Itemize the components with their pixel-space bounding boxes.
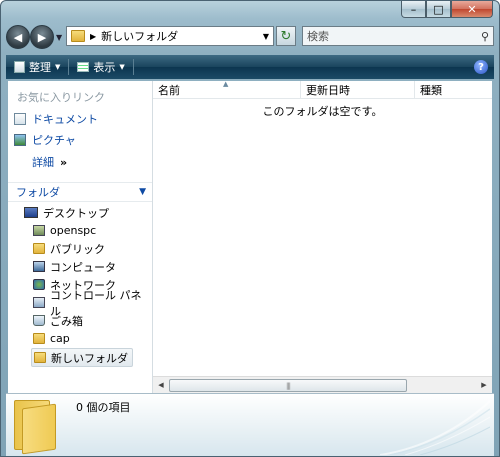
help-icon: ? [478, 61, 484, 73]
minimize-button[interactable]: – [401, 1, 426, 18]
address-dropdown-icon[interactable]: ▼ [263, 32, 269, 41]
file-list-pane: 名前 ▲ 更新日時 種類 このフォルダは空です。 ◀ ||| ▶ [153, 80, 492, 393]
chevron-down-icon: ▼ [119, 63, 125, 71]
favorite-link-documents[interactable]: ドキュメント [14, 111, 98, 127]
tree-item-label: cap [50, 332, 70, 345]
command-bar: 整理 ▼ 表示 ▼ ? [6, 55, 494, 79]
breadcrumb-separator-icon[interactable]: ▶ [90, 32, 96, 41]
maximize-button[interactable]: □ [426, 1, 451, 18]
tree-item-recycle-bin[interactable]: ごみ箱 [33, 312, 83, 329]
folders-header-label: フォルダ [16, 186, 60, 199]
folder-icon [33, 243, 45, 254]
explorer-window: – □ ✕ ◀ ▶ ▼ ▶ 新しいフォルダ ▼ ↻ 検索 ⚲ 整理 ▼ 表示 ▼… [0, 0, 500, 457]
tree-item-label: パブリック [50, 242, 105, 256]
tree-item-label: デスクトップ [43, 206, 109, 220]
details-pane: 0 個の項目 [6, 393, 494, 456]
help-button[interactable]: ? [474, 60, 488, 74]
sort-ascending-icon: ▲ [223, 80, 229, 88]
folder-icon [34, 352, 46, 363]
documents-icon [14, 113, 26, 125]
views-label: 表示 [93, 61, 116, 74]
more-links-label: 詳細 [32, 156, 54, 169]
forward-button[interactable]: ▶ [30, 25, 54, 49]
pictures-icon [14, 134, 26, 146]
network-icon [33, 279, 45, 290]
toolbar-divider [132, 59, 134, 75]
back-arrow-icon: ◀ [13, 30, 23, 44]
search-placeholder: 検索 [307, 30, 329, 43]
tree-item-new-folder[interactable]: 新しいフォルダ [31, 348, 133, 367]
item-count: 0 個の項目 [76, 401, 131, 414]
back-button[interactable]: ◀ [6, 25, 30, 49]
tree-item-computer[interactable]: コンピュータ [33, 258, 116, 275]
scrollbar-track[interactable]: ||| [169, 379, 476, 392]
navigation-pane: お気に入りリンク ドキュメント ピクチャ 詳細 » フォルダ ▼ デスクトップ … [8, 81, 153, 393]
minimize-icon: – [410, 2, 417, 16]
forward-arrow-icon: ▶ [37, 30, 47, 44]
nav-buttons: ◀ ▶ ▼ [6, 25, 66, 49]
navigation-bar: ◀ ▶ ▼ ▶ 新しいフォルダ ▼ ↻ 検索 ⚲ [6, 23, 494, 51]
chevron-down-icon[interactable]: ▼ [139, 187, 146, 197]
organize-button[interactable]: 整理 ▼ [6, 56, 68, 78]
maximize-icon: □ [433, 2, 444, 16]
close-icon: ✕ [467, 2, 477, 16]
column-header-label: 種類 [420, 83, 442, 97]
tree-item-public[interactable]: パブリック [33, 240, 105, 257]
scrollbar-thumb[interactable]: ||| [169, 379, 407, 392]
column-header-name[interactable]: 名前 ▲ [153, 80, 301, 98]
favorite-links-header: お気に入りリンク [17, 91, 105, 104]
tree-item-control-panel[interactable]: コントロール パネル [33, 289, 152, 318]
organize-icon [14, 61, 25, 73]
large-folder-icon [14, 398, 56, 455]
horizontal-scrollbar[interactable]: ◀ ||| ▶ [153, 376, 492, 393]
tree-item-label: openspc [50, 224, 97, 237]
more-links-button[interactable]: 詳細 » [32, 154, 67, 170]
control-panel-icon [33, 297, 45, 308]
favorite-link-label: ドキュメント [32, 113, 98, 126]
tree-item-desktop[interactable]: デスクトップ [24, 204, 109, 221]
column-header-label: 名前 [158, 83, 180, 97]
column-header-date-modified[interactable]: 更新日時 [301, 81, 415, 98]
recycle-bin-icon [33, 315, 45, 326]
large-folder-icon-front [22, 403, 56, 455]
computer-icon [33, 261, 45, 272]
tree-item-cap[interactable]: cap [33, 330, 70, 347]
search-input[interactable]: 検索 ⚲ [302, 26, 494, 46]
folder-icon [71, 30, 85, 42]
desktop-icon [24, 207, 38, 218]
decorative-swoosh-icon [380, 400, 490, 455]
search-icon[interactable]: ⚲ [481, 30, 489, 43]
close-button[interactable]: ✕ [451, 1, 493, 18]
tree-item-label: コンピュータ [50, 260, 116, 274]
tree-item-label: 新しいフォルダ [51, 351, 128, 365]
double-chevron-icon: » [60, 155, 67, 169]
recent-pages-dropdown[interactable]: ▼ [56, 33, 62, 42]
organize-label: 整理 [29, 61, 51, 74]
address-bar[interactable]: ▶ 新しいフォルダ ▼ [66, 26, 274, 46]
folders-header[interactable]: フォルダ ▼ [8, 182, 152, 202]
chevron-down-icon: ▼ [55, 63, 61, 71]
user-folder-icon [33, 225, 45, 236]
views-icon [77, 62, 90, 72]
tree-item-openspc[interactable]: openspc [33, 222, 96, 239]
folder-icon [33, 333, 45, 344]
views-button[interactable]: 表示 ▼ [69, 56, 132, 78]
tree-item-label: ごみ箱 [50, 314, 83, 328]
column-header-row: 名前 ▲ 更新日時 種類 [153, 80, 492, 99]
scroll-right-icon[interactable]: ▶ [476, 377, 492, 393]
column-header-label: 更新日時 [306, 83, 350, 97]
address-path[interactable]: 新しいフォルダ [101, 28, 178, 44]
caption-buttons: – □ ✕ [401, 1, 493, 19]
column-header-type[interactable]: 種類 [415, 81, 492, 98]
empty-folder-message: このフォルダは空です。 [262, 105, 383, 118]
scroll-left-icon[interactable]: ◀ [153, 377, 169, 393]
refresh-button[interactable]: ↻ [276, 26, 296, 46]
favorite-link-label: ピクチャ [32, 134, 76, 147]
favorite-link-pictures[interactable]: ピクチャ [14, 132, 76, 148]
refresh-icon: ↻ [280, 28, 292, 44]
